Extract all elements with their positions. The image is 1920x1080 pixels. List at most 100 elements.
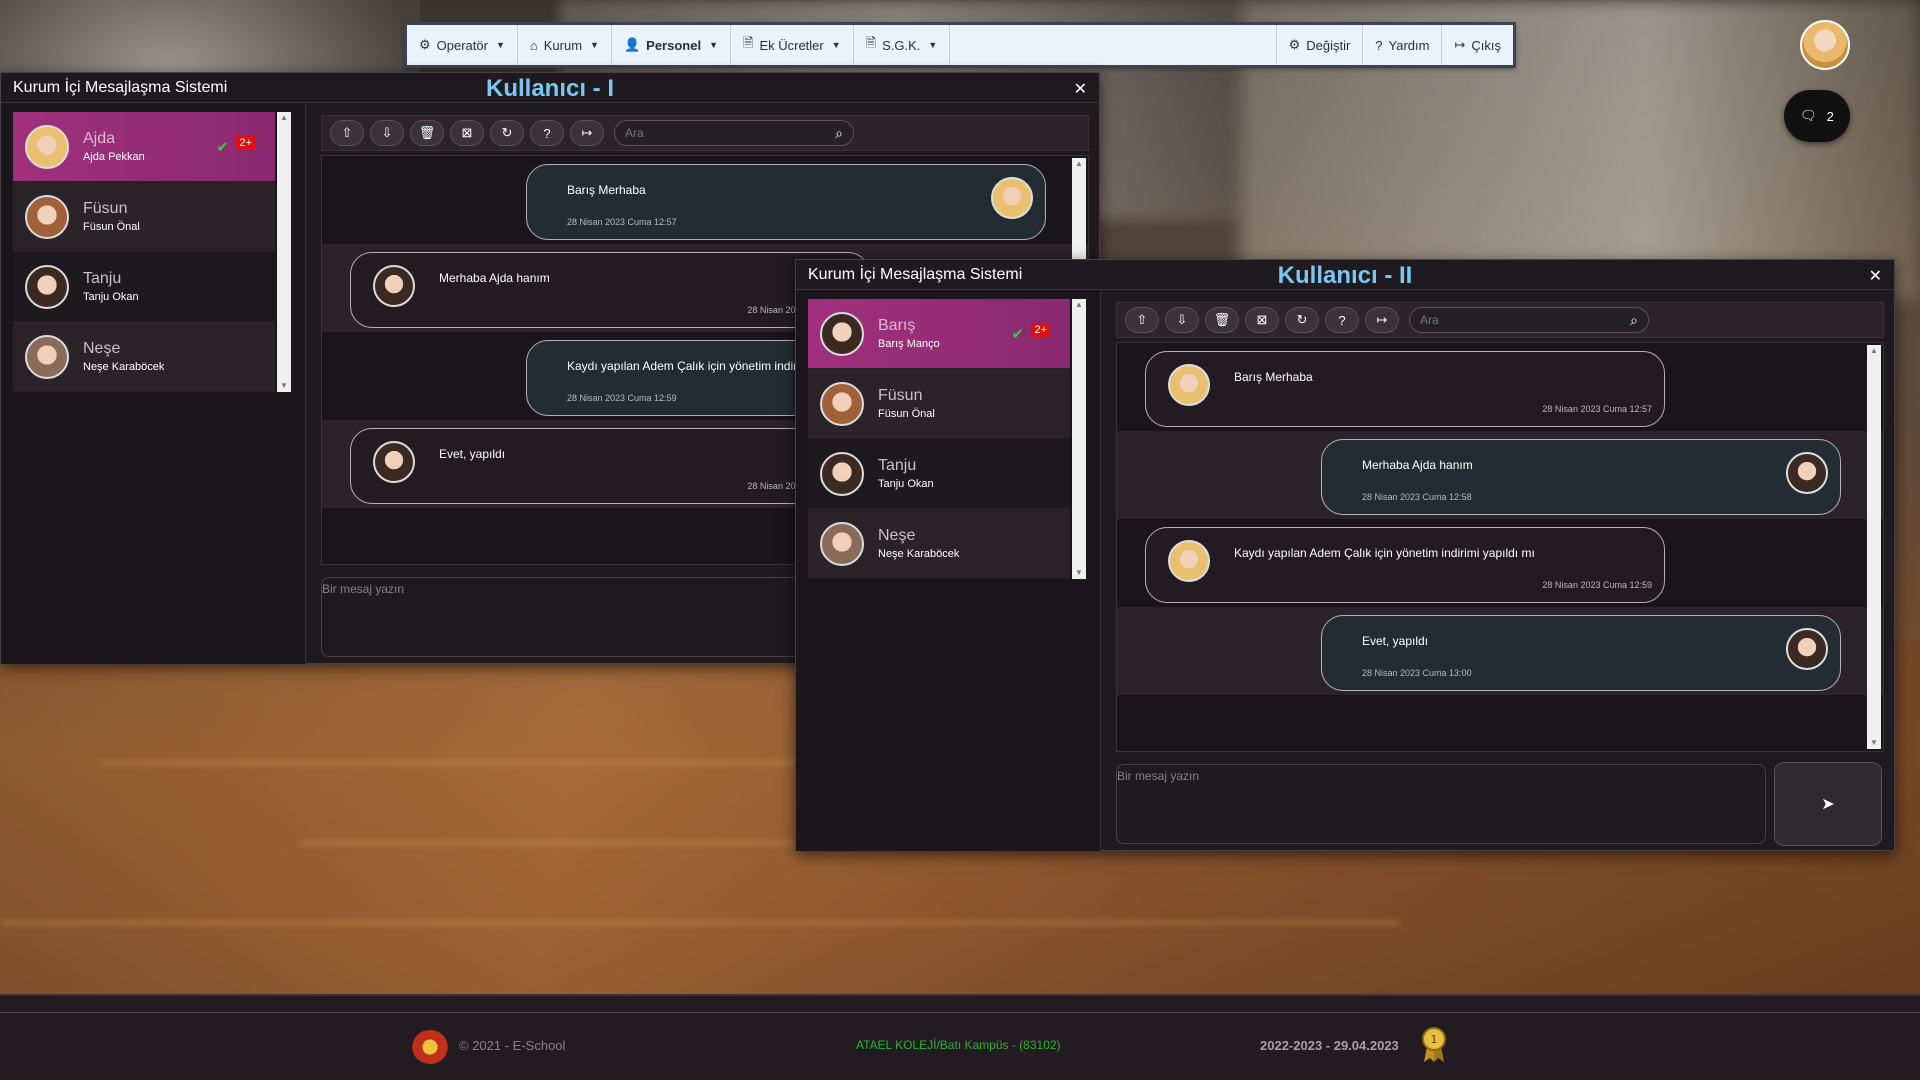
- menu-item-3[interactable]: 🗎 Ek Ücretler ▼: [731, 25, 854, 65]
- unbookmark-button[interactable]: ⊠: [1245, 307, 1279, 333]
- avatar: [373, 265, 415, 307]
- trash-icon: 🗑: [418, 125, 436, 140]
- contact-full-name: Füsun Önal: [83, 221, 140, 233]
- avatar: [820, 381, 864, 426]
- check-icon: ✔: [216, 139, 229, 156]
- menu-item-label: Ek Ücretler: [759, 37, 824, 53]
- contact-first-name: Füsun: [878, 387, 923, 404]
- chat-scrollbar[interactable]: ▲▼: [1867, 345, 1881, 749]
- contact-item[interactable]: Tanju Tanju Okan: [808, 439, 1070, 509]
- scroll-up-icon[interactable]: ▲: [1072, 299, 1086, 311]
- menu-right-item-0[interactable]: ⚙ Değiştir: [1275, 25, 1363, 65]
- help-button[interactable]: ?: [1325, 307, 1359, 333]
- message-bubble[interactable]: Merhaba Ajda hanım 28 Nisan 2023 Cuma 12…: [350, 252, 870, 328]
- menu-right-label: Çıkış: [1471, 37, 1501, 53]
- document-icon: 🗎: [865, 35, 877, 50]
- menu-item-label: S.G.K.: [882, 37, 921, 53]
- notification-button[interactable]: 🗨 2: [1784, 90, 1850, 142]
- refresh-button[interactable]: ↻: [490, 120, 524, 146]
- contacts-scrollbar[interactable]: ▲ ▼: [1072, 299, 1086, 579]
- message-text: Merhaba Ajda hanım: [439, 271, 550, 285]
- window-titlebar: Kurum İçi Mesajlaşma Sistemi Kullanıcı -…: [796, 260, 1894, 290]
- menu-item-0[interactable]: ⚙ Operatör ▼: [407, 25, 518, 65]
- chat-area: Barış Merhaba 28 Nisan 2023 Cuma 12:57 M…: [1116, 342, 1884, 752]
- avatar: [25, 334, 69, 379]
- contact-full-name: Neşe Karaböcek: [83, 361, 165, 373]
- menu-item-1[interactable]: ⌂ Kurum ▼: [518, 25, 612, 65]
- chat-bubble-icon: 🗨: [1800, 108, 1817, 123]
- message-bubble[interactable]: Barış Merhaba 28 Nisan 2023 Cuma 12:57: [1145, 351, 1665, 427]
- menu-item-label: Personel: [646, 37, 702, 53]
- contact-first-name: Neşe: [878, 527, 916, 544]
- upload-button[interactable]: ⇧: [1125, 307, 1159, 333]
- message-bubble[interactable]: Barış Merhaba 28 Nisan 2023 Cuma 12:57: [526, 164, 1046, 240]
- message-text: Evet, yapıldı: [439, 447, 506, 461]
- gear-icon: ⚙: [1288, 37, 1301, 52]
- unread-badge: 2+: [236, 136, 255, 150]
- contacts-scrollbar[interactable]: ▲ ▼: [277, 112, 291, 392]
- close-icon[interactable]: ✕: [1869, 266, 1882, 286]
- scroll-up-icon[interactable]: ▲: [277, 112, 291, 124]
- upload-icon: ⇧: [341, 125, 353, 140]
- message-bubble[interactable]: Kaydı yapılan Adem Çalık için yönetim in…: [1145, 527, 1665, 603]
- message-row: Barış Merhaba 28 Nisan 2023 Cuma 12:57: [1117, 343, 1883, 431]
- download-button[interactable]: ⇩: [370, 120, 404, 146]
- help-button[interactable]: ?: [530, 120, 564, 146]
- menu-item-label: Kurum: [543, 37, 583, 53]
- send-button[interactable]: ➤: [1774, 762, 1882, 846]
- caret-down-icon: ▼: [495, 40, 505, 50]
- contact-item[interactable]: Neşe Neşe Karaböcek: [808, 509, 1070, 579]
- unbookmark-button[interactable]: ⊠: [450, 120, 484, 146]
- contact-item[interactable]: Neşe Neşe Karaböcek: [13, 322, 275, 392]
- avatar: [25, 264, 69, 309]
- message-bubble[interactable]: Merhaba Ajda hanım 28 Nisan 2023 Cuma 12…: [1321, 439, 1841, 515]
- avatar: [1168, 364, 1210, 406]
- contacts-panel: Ajda Ajda Pekkan ✔ 2+ Füsun Füsun Önal T…: [1, 104, 306, 664]
- window-titlebar: Kurum İçi Mesajlaşma Sistemi Kullanıcı -…: [1, 73, 1099, 103]
- message-row: Barış Merhaba 28 Nisan 2023 Cuma 12:57: [322, 156, 1088, 244]
- user-avatar[interactable]: [1800, 20, 1850, 70]
- messaging-window-2: Kurum İçi Mesajlaşma Sistemi Kullanıcı -…: [795, 259, 1895, 851]
- menu-right-item-2[interactable]: ↦ Çıkış: [1441, 25, 1513, 65]
- download-icon: ⇩: [381, 125, 393, 140]
- scroll-up-icon[interactable]: ▲: [1072, 158, 1086, 170]
- school-logo: [412, 1030, 448, 1064]
- message-bubble[interactable]: Evet, yapıldı 28 Nisan 2023 Cuma 13:00: [1321, 615, 1841, 691]
- contact-list: Ajda Ajda Pekkan ✔ 2+ Füsun Füsun Önal T…: [13, 112, 275, 392]
- contact-item[interactable]: Barış Barış Manço ✔ 2+: [808, 299, 1070, 369]
- contact-item[interactable]: Füsun Füsun Önal: [13, 182, 275, 252]
- exit-icon: ↦: [1454, 37, 1466, 52]
- logout-button[interactable]: ↦: [1365, 307, 1399, 333]
- download-button[interactable]: ⇩: [1165, 307, 1199, 333]
- message-bubble[interactable]: Evet, yapıldı 28 Nisan 2023 Cuma 13:00: [350, 428, 870, 504]
- help-icon: ?: [543, 125, 551, 141]
- contact-item[interactable]: Tanju Tanju Okan: [13, 252, 275, 322]
- close-icon[interactable]: ✕: [1074, 79, 1087, 99]
- chat-toolbar: ⇧ ⇩ 🗑 ⊠ ↻? ↦ Ara ⌕: [1116, 302, 1884, 338]
- avatar: [820, 311, 864, 356]
- search-input[interactable]: Ara ⌕: [1409, 307, 1649, 333]
- avatar: [373, 441, 415, 483]
- trash-button[interactable]: 🗑: [410, 120, 444, 146]
- scroll-down-icon[interactable]: ▼: [1867, 737, 1881, 749]
- scroll-down-icon[interactable]: ▼: [1072, 567, 1086, 579]
- search-input[interactable]: Ara ⌕: [614, 120, 854, 146]
- scroll-down-icon[interactable]: ▼: [277, 380, 291, 392]
- avatar: [25, 124, 69, 169]
- footer-date: 2022-2023 - 29.04.2023: [1260, 1038, 1399, 1053]
- contact-item[interactable]: Ajda Ajda Pekkan ✔ 2+: [13, 112, 275, 182]
- logout-button[interactable]: ↦: [570, 120, 604, 146]
- scroll-up-icon[interactable]: ▲: [1867, 345, 1881, 357]
- menu-item-4[interactable]: 🗎 S.G.K. ▼: [854, 25, 951, 65]
- menu-item-2[interactable]: 👤 Personel ▼: [612, 25, 731, 65]
- trash-button[interactable]: 🗑: [1205, 307, 1239, 333]
- menu-right-item-1[interactable]: ? Yardım: [1362, 25, 1441, 65]
- medal-icon: 1: [1422, 1027, 1446, 1062]
- avatar: [1786, 452, 1828, 494]
- contact-item[interactable]: Füsun Füsun Önal: [808, 369, 1070, 439]
- refresh-button[interactable]: ↻: [1285, 307, 1319, 333]
- compose-placeholder: Bir mesaj yazın: [322, 582, 405, 596]
- message-input[interactable]: Bir mesaj yazın: [1116, 764, 1766, 844]
- upload-button[interactable]: ⇧: [330, 120, 364, 146]
- message-time: 28 Nisan 2023 Cuma 12:59: [567, 393, 677, 403]
